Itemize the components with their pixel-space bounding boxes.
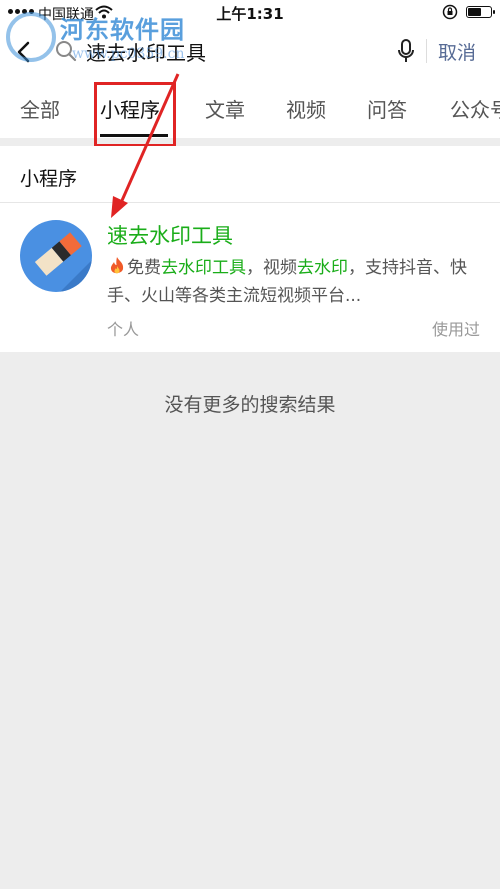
eraser-icon[interactable] bbox=[20, 220, 92, 292]
desc-highlight: 去水印工具 bbox=[161, 258, 246, 278]
back-icon[interactable] bbox=[10, 38, 38, 66]
desc-text: ，视频 bbox=[246, 258, 297, 278]
result-type: 个人 bbox=[107, 320, 140, 339]
result-description: 免费去水印工具，视频去水印，支持抖音、快手、火山等各类主流短视频平台... bbox=[107, 254, 482, 310]
section-title: 小程序 bbox=[20, 168, 78, 190]
mic-icon[interactable] bbox=[397, 38, 415, 64]
search-input[interactable]: 速去水印工具 bbox=[86, 37, 206, 66]
status-time: 上午1:31 bbox=[216, 5, 284, 23]
search-bar: 速去水印工具 取消 bbox=[0, 26, 500, 76]
tab-official-accounts[interactable]: 公众号 bbox=[450, 94, 500, 123]
cancel-button[interactable]: 取消 bbox=[438, 38, 476, 65]
divider bbox=[0, 202, 500, 203]
tab-all[interactable]: 全部 bbox=[20, 94, 60, 123]
tab-videos[interactable]: 视频 bbox=[286, 94, 326, 123]
flame-icon bbox=[110, 257, 124, 274]
used-badge: 使用过 bbox=[431, 320, 480, 339]
results-section: 小程序 速去水印工具 免费去水印工具，视频去水印，支持抖音、快手、火山等各类主流… bbox=[0, 146, 500, 352]
search-icon bbox=[56, 41, 77, 62]
result-title[interactable]: 速去水印工具 bbox=[107, 220, 233, 250]
annotation-box bbox=[94, 82, 176, 147]
tab-bar: 全部 小程序 文章 视频 问答 公众号 bbox=[0, 76, 500, 138]
tab-articles[interactable]: 文章 bbox=[205, 94, 245, 123]
divider bbox=[426, 39, 427, 63]
desc-text: 免费 bbox=[127, 258, 161, 278]
battery-icon bbox=[466, 6, 495, 18]
tab-qa[interactable]: 问答 bbox=[367, 94, 407, 123]
orientation-lock-icon bbox=[442, 4, 458, 20]
status-bar: 中国联通 上午1:31 bbox=[0, 0, 500, 26]
desc-highlight: 去水印 bbox=[297, 258, 348, 278]
no-more-results: 没有更多的搜索结果 bbox=[164, 394, 336, 416]
